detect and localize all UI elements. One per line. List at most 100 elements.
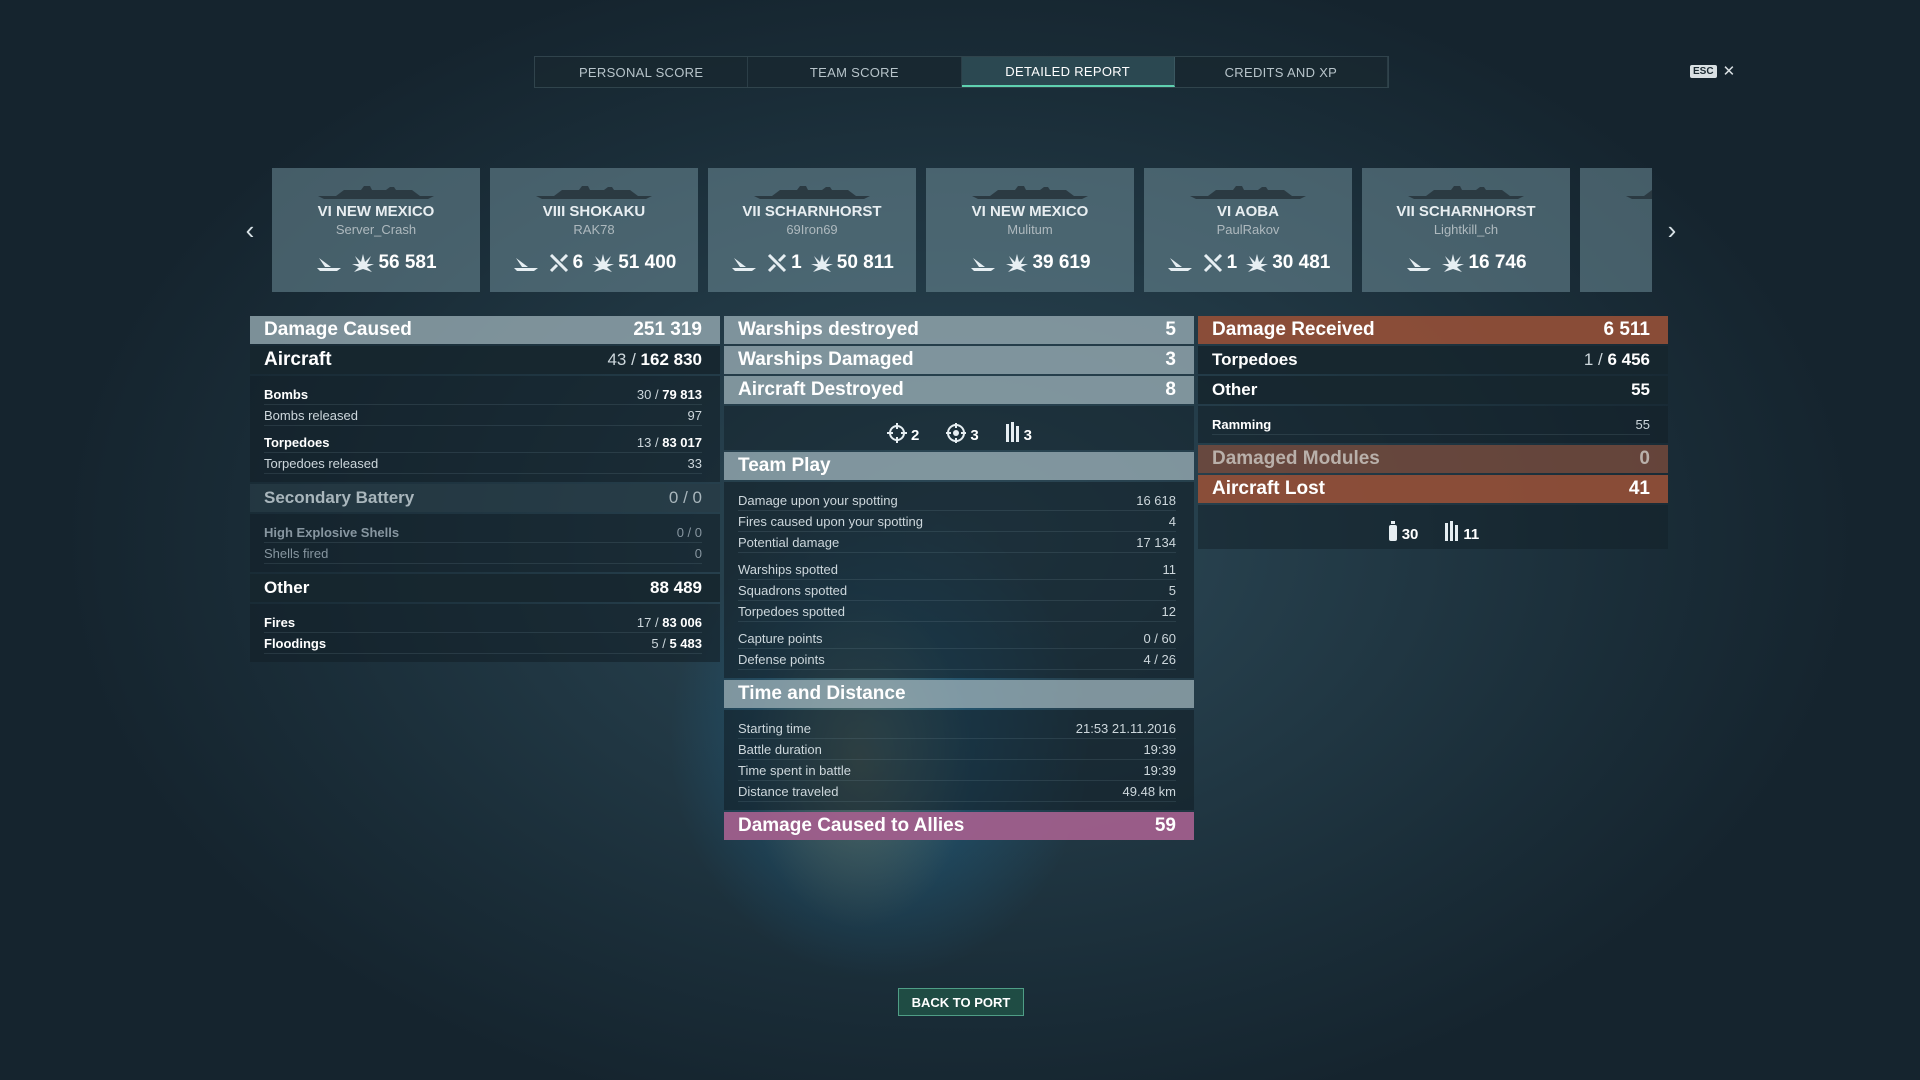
other-received-label: Other [1212, 380, 1258, 399]
warships-destroyed-header: Warships destroyed 5 [724, 316, 1194, 344]
fires-value: 17 / 83 006 [636, 614, 702, 630]
he-shells-label: High Explosive Shells [264, 524, 400, 540]
plane-kill-icon [548, 252, 570, 274]
torpedoes-row: Torpedoes 13 / 83 017 [264, 432, 702, 453]
aircraft-lost-icons: 30 11 [1198, 505, 1668, 549]
secondary-battery-value: 0 / 0 [668, 488, 702, 507]
torpedoes-received-hits: 1 [1583, 350, 1594, 369]
damage-to-allies-header: Damage Caused to Allies 59 [724, 812, 1194, 840]
card-ship-name: VII SCHARNHORST [1396, 203, 1536, 220]
warship-icon [730, 254, 758, 272]
aircraft-destroyed-header: Aircraft Destroyed 8 [724, 376, 1194, 404]
card-player-name: PaulRakov [1216, 222, 1280, 237]
carousel-prev-button[interactable]: ‹ [238, 215, 262, 245]
ship-card[interactable]: VII SCHARNHORST Lightkill_ch 16 746 [1362, 168, 1570, 292]
card-ship-name: VII SCHARNHORST [742, 203, 882, 220]
team-play-label: Fires caused upon your spotting [738, 513, 923, 529]
team-play-header: Team Play [724, 452, 1194, 480]
fires-label: Fires [264, 614, 296, 630]
close-icon: ✕ [1722, 63, 1736, 80]
floodings-row: Floodings 5 / 5 483 [264, 633, 702, 654]
ship-silhouette-icon [752, 184, 872, 200]
ship-silhouette-icon [316, 184, 436, 200]
torpedoes-released-label: Torpedoes released [264, 455, 379, 471]
team-play-value: 17 134 [1136, 534, 1176, 550]
plane-kill-icon [1202, 252, 1224, 274]
tab-team-score[interactable]: TEAM SCORE [748, 57, 962, 87]
ship-card[interactable]: VII SCHARNHORST 69Iron69 1 50 811 [708, 168, 916, 292]
team-play-title: Team Play [738, 455, 831, 476]
team-play-row: Potential damage 17 134 [738, 532, 1176, 553]
damage-received-label: Damage Received [1212, 319, 1375, 340]
bombs-value: 30 / 79 813 [636, 386, 702, 402]
ramming-value: 55 [1635, 416, 1650, 432]
warships-damaged-label: Warships Damaged [738, 349, 914, 370]
tab-detailed-report[interactable]: DETAILED REPORT [961, 57, 1175, 87]
aircraft-destroyed-value: 8 [1165, 379, 1176, 400]
aircraft-lost-label: Aircraft Lost [1212, 478, 1325, 499]
chevron-right-icon: › [1667, 214, 1677, 245]
plane-kill-icon [766, 252, 788, 274]
torpedoes-hits: 13 [636, 434, 652, 450]
ship-card[interactable]: Rando [1580, 168, 1652, 292]
warships-damaged-value: 3 [1165, 349, 1176, 370]
other-received-header: Other 55 [1198, 376, 1668, 404]
ship-card[interactable]: VIII SHOKAKU RAK78 6 51 400 [490, 168, 698, 292]
close-button[interactable]: ESC ✕ [1690, 62, 1735, 80]
warship-icon [1405, 254, 1433, 272]
team-stats-panel: Warships destroyed 5 Warships Damaged 3 … [724, 316, 1194, 842]
damage-icon [810, 252, 834, 274]
card-damage: 56 581 [378, 252, 437, 273]
team-play-label: Torpedoes spotted [738, 603, 845, 619]
time-distance-label: Time spent in battle [738, 762, 851, 778]
time-distance-value: 21:53 21.11.2016 [1075, 720, 1176, 736]
other-received-value: 55 [1631, 380, 1650, 399]
time-distance-row: Battle duration 19:39 [738, 739, 1176, 760]
other-received-breakdown: Ramming 55 [1198, 406, 1668, 443]
planes-lost-count: 30 [1401, 526, 1419, 543]
card-kills: 6 [572, 252, 584, 273]
damage-received-value: 6 511 [1603, 319, 1651, 340]
bombs-hits: 30 [636, 386, 652, 402]
aircraft-damage: 162 830 [640, 350, 702, 369]
tab-credits-and-xp[interactable]: CREDITS AND XP [1175, 57, 1388, 87]
damage-icon [351, 252, 375, 274]
floodings-hits: 5 [651, 635, 659, 651]
carousel-next-button[interactable]: › [1660, 215, 1684, 245]
time-distance-header: Time and Distance [724, 680, 1194, 708]
ship-card[interactable]: VI NEW MEXICO Mulitum 39 619 [926, 168, 1134, 292]
time-distance-row: Distance traveled 49.48 km [738, 781, 1176, 802]
damage-to-allies-label: Damage Caused to Allies [738, 815, 965, 836]
team-play-label: Squadrons spotted [738, 582, 848, 598]
damage-received-panel: Damage Received 6 511 Torpedoes 1 / 6 45… [1198, 316, 1668, 551]
tab-personal-score[interactable]: PERSONAL SCORE [535, 57, 749, 87]
card-damage: 30 481 [1272, 252, 1331, 273]
card-stats: 1 50 811 [708, 252, 916, 274]
damage-icon [1005, 252, 1029, 274]
ship-card[interactable]: VI AOBA PaulRakov 1 30 481 [1144, 168, 1352, 292]
time-distance-title: Time and Distance [738, 683, 906, 704]
warships-damaged-header: Warships Damaged 3 [724, 346, 1194, 374]
bombs-row: Bombs 30 / 79 813 [264, 384, 702, 405]
team-play-row: Fires caused upon your spotting 4 [738, 511, 1176, 532]
ship-silhouette-icon [1406, 184, 1526, 200]
torpedoes-received-header: Torpedoes 1 / 6 456 [1198, 346, 1668, 374]
card-player-name: Rando [1580, 222, 1652, 237]
damage-caused-header: Damage Caused 251 319 [250, 316, 720, 344]
ship-silhouette-icon [534, 184, 654, 200]
team-play-row: Squadrons spotted 5 [738, 580, 1176, 601]
ship-card[interactable]: VI NEW MEXICO Server_Crash 56 581 [272, 168, 480, 292]
ship-silhouette-icon [1188, 184, 1308, 200]
card-ship-name: VI NEW MEXICO [971, 203, 1089, 220]
team-play-row: Capture points 0 / 60 [738, 628, 1176, 649]
warships-destroyed-value: 5 [1165, 319, 1176, 340]
aircraft-hits: 43 [607, 350, 627, 369]
warship-icon [1166, 254, 1194, 272]
team-play-row: Damage upon your spotting 16 618 [738, 490, 1176, 511]
chevron-left-icon: ‹ [245, 214, 255, 245]
back-to-port-button[interactable]: BACK TO PORT [898, 988, 1024, 1016]
time-distance-label: Distance traveled [738, 783, 839, 799]
shells-fired-value: 0 [694, 545, 702, 561]
squadron-icon [1005, 422, 1021, 444]
card-player-name: Server_Crash [335, 222, 417, 237]
